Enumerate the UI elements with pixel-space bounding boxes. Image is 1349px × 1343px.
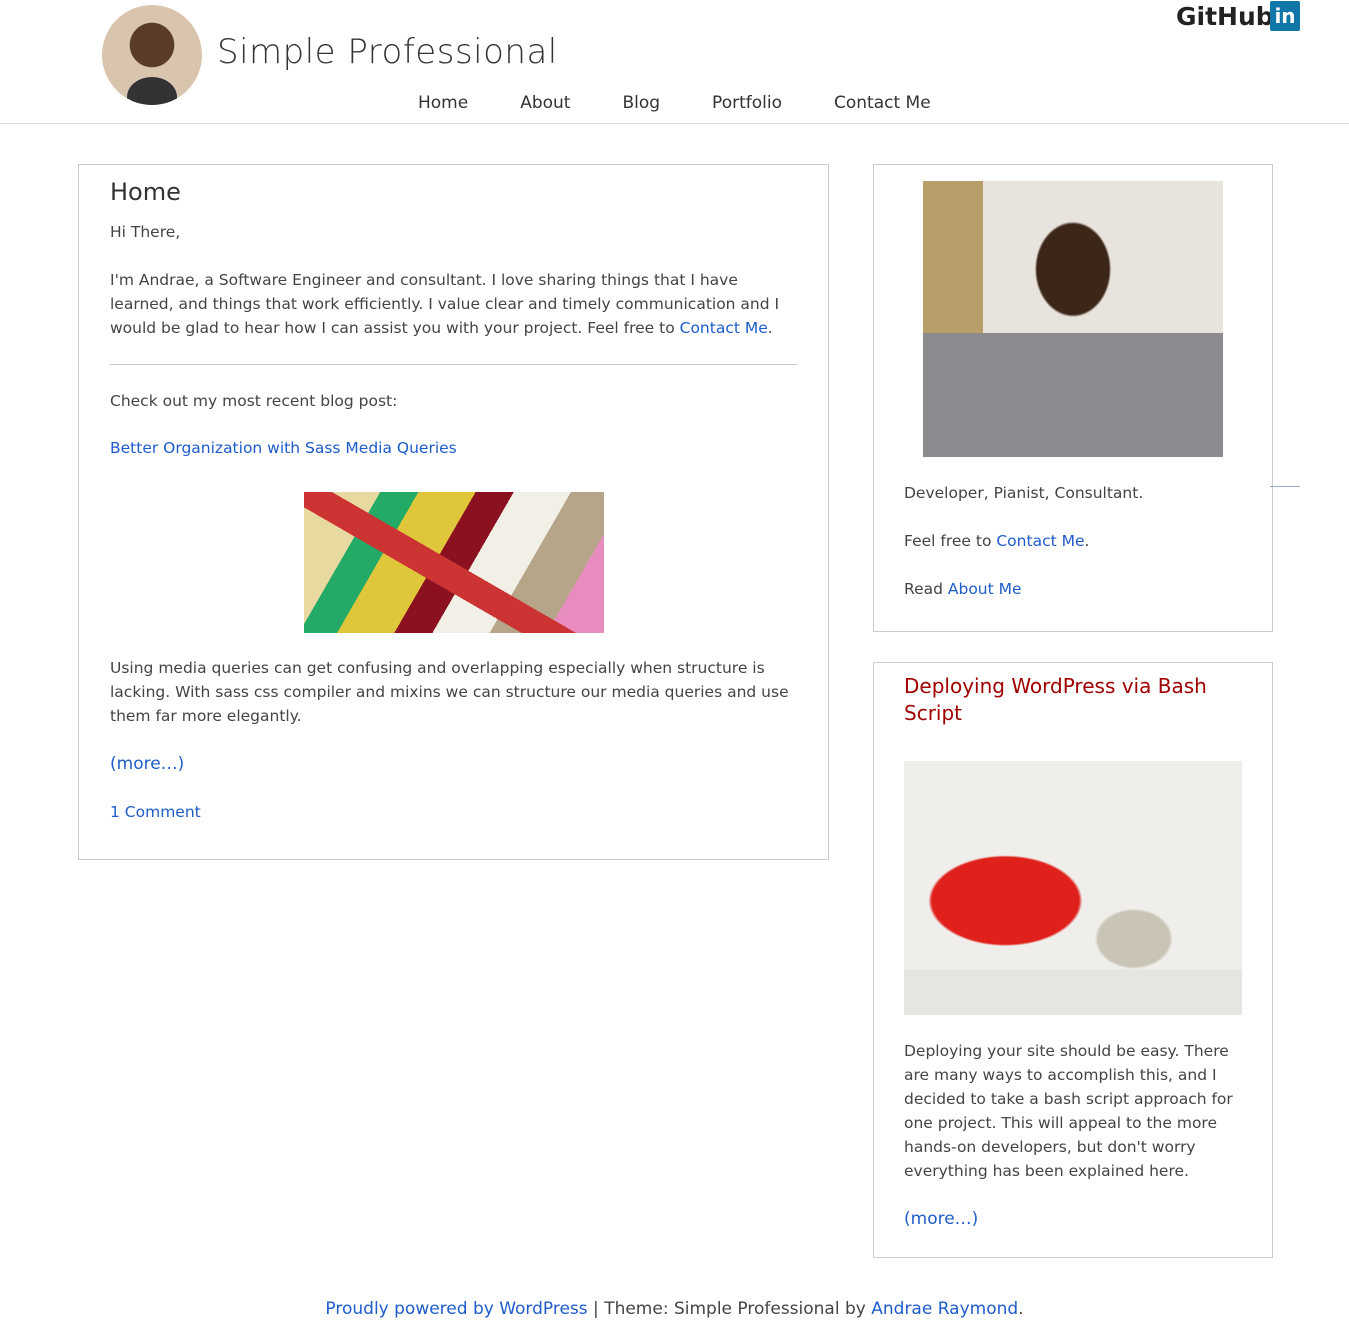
avatar[interactable] — [102, 5, 202, 105]
nav-about[interactable]: About — [520, 93, 570, 113]
featured-post-excerpt: Deploying your site should be easy. Ther… — [904, 1042, 1233, 1180]
footer-end: . — [1018, 1299, 1024, 1319]
sidebar-contact-link[interactable]: Contact Me — [996, 532, 1084, 550]
recent-post-link[interactable]: Better Organization with Sass Media Quer… — [110, 436, 797, 460]
site-header: Simple Professional Home About Blog Port… — [0, 0, 1349, 124]
nav-blog[interactable]: Blog — [622, 93, 660, 113]
intro-text: I'm Andrae, a Software Engineer and cons… — [110, 268, 797, 340]
nav-home[interactable]: Home — [418, 93, 468, 113]
page-title: Home — [110, 178, 181, 206]
contact-end: . — [1084, 532, 1090, 550]
contact-text: Feel free to Contact Me. — [904, 529, 1242, 553]
read-pre: Read — [904, 580, 948, 598]
comments-link[interactable]: 1 Comment — [110, 800, 797, 824]
tagline: Developer, Pianist, Consultant. — [904, 484, 1144, 502]
footer-theme: | Theme: Simple Professional by — [587, 1299, 872, 1319]
home-content: Home Hi There, I'm Andrae, a Software En… — [78, 164, 829, 860]
featured-post-image[interactable] — [904, 761, 1242, 1015]
featured-more-link[interactable]: (more…) — [904, 1207, 1242, 1231]
more-link[interactable]: (more…) — [110, 752, 797, 776]
divider — [110, 364, 797, 365]
profile-photo — [923, 181, 1223, 457]
recent-label: Check out my most recent blog post: — [110, 392, 398, 410]
author-link[interactable]: Andrae Raymond — [871, 1299, 1018, 1319]
nav-portfolio[interactable]: Portfolio — [712, 93, 782, 113]
main-nav: Home About Blog Portfolio Contact Me — [418, 93, 983, 113]
post-excerpt: Using media queries can get confusing an… — [110, 659, 789, 725]
nav-contact[interactable]: Contact Me — [834, 93, 931, 113]
greeting: Hi There, — [110, 223, 181, 241]
site-title[interactable]: Simple Professional — [217, 32, 558, 72]
intro-end: . — [767, 319, 773, 337]
featured-post-widget: Deploying WordPress via Bash Script Depl… — [873, 662, 1273, 1258]
about-me-link[interactable]: About Me — [948, 580, 1022, 598]
github-icon[interactable]: GitHub — [1176, 2, 1274, 31]
read-about: Read About Me — [904, 577, 1242, 601]
post-thumbnail[interactable] — [303, 492, 604, 633]
contact-pre: Feel free to — [904, 532, 997, 550]
linkedin-icon[interactable]: in — [1270, 1, 1300, 31]
wordpress-link[interactable]: Proudly powered by WordPress — [325, 1299, 587, 1319]
footer: Proudly powered by WordPress | Theme: Si… — [0, 1299, 1349, 1319]
decorative-line — [1270, 486, 1300, 487]
about-widget: Developer, Pianist, Consultant. Feel fre… — [873, 164, 1273, 632]
contact-link[interactable]: Contact Me — [680, 319, 768, 337]
featured-post-title[interactable]: Deploying WordPress via Bash Script — [904, 673, 1242, 727]
